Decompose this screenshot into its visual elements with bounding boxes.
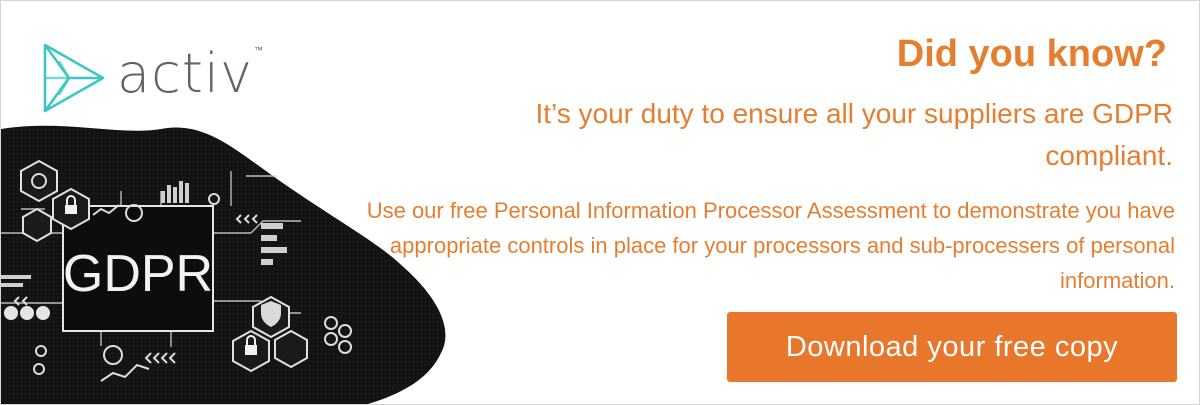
activ-logo: activ ™ [39,41,263,115]
download-free-copy-button[interactable]: Download your free copy [727,312,1177,382]
headline: Did you know? [896,33,1167,75]
activ-logo-icon [43,43,105,113]
body-text: Use our free Personal Information Proces… [366,198,1175,293]
gdpr-banner: GDPR activ ™ Did you know? It’s your dut… [0,0,1200,405]
gdpr-label: GDPR [63,245,213,303]
trademark-symbol: ™ [253,45,263,55]
subheadline: It’s your duty to ensure all your suppli… [535,98,1173,171]
brand-wordmark: activ [117,42,253,105]
